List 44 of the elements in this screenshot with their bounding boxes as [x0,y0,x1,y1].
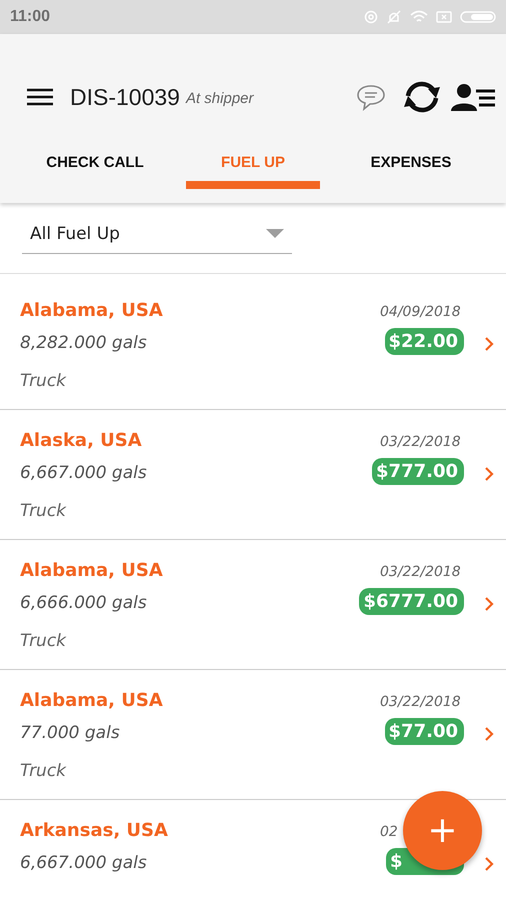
entry-vehicle: Truck [20,631,66,651]
entry-location: Arkansas, USA [20,820,168,843]
amount-badge: $22.00 [384,328,464,355]
status-time: 11:00 [10,8,50,26]
chat-icon[interactable] [356,83,386,111]
chevron-right-icon [484,466,494,482]
entry-quantity: 77.000 gals [20,723,120,743]
entry-date: 02 [380,824,398,840]
entry-date: 03/22/2018 [380,694,461,710]
amount-badge: $6777.00 [359,588,464,615]
entry-date: 03/22/2018 [380,564,461,580]
entry-vehicle: Truck [20,761,66,781]
entry-vehicle: Truck [20,371,66,391]
amount-badge: $77.00 [384,718,464,745]
battery-icon [460,10,496,24]
filter-dropdown[interactable]: All Fuel Up [22,214,292,254]
entry-quantity: 8,282.000 gals [20,333,147,353]
entry-quantity: 6,666.000 gals [20,593,147,613]
mute-icon [386,10,402,24]
entry-quantity: 6,667.000 gals [20,463,147,483]
user-list-icon[interactable] [450,82,496,112]
trip-status: At shipper [186,90,254,107]
fuel-entry[interactable]: Alabama, USA 8,282.000 gals Truck 04/09/2018 $22.00 [0,280,506,410]
trip-id: DIS-10039 [70,84,180,110]
menu-icon[interactable] [26,87,54,107]
chevron-right-icon [484,336,494,352]
entry-location: Alabama, USA [20,300,163,323]
chevron-right-icon [484,856,494,872]
wifi-icon [410,10,428,24]
amount-badge: $777.00 [372,458,464,485]
entry-quantity: 6,667.000 gals [20,853,147,873]
tab[interactable]: EXPENSES [332,143,490,195]
chevron-right-icon [484,596,494,612]
entry-location: Alabama, USA [20,560,163,583]
chevron-right-icon [484,726,494,742]
entry-vehicle: Truck [20,501,66,521]
fuel-entry[interactable]: Alabama, USA 6,666.000 gals Truck 03/22/2018 $6777.00 [0,540,506,670]
caret-icon [266,228,284,238]
entry-location: Alabama, USA [20,690,163,713]
fuel-entry[interactable]: Alaska, USA 6,667.000 gals Truck 03/22/2018 $777.00 [0,410,506,540]
entry-location: Alaska, USA [20,430,142,453]
entry-date: 04/09/2018 [380,304,461,320]
tab[interactable]: CHECK CALL [16,143,174,195]
entry-date: 03/22/2018 [380,434,461,450]
